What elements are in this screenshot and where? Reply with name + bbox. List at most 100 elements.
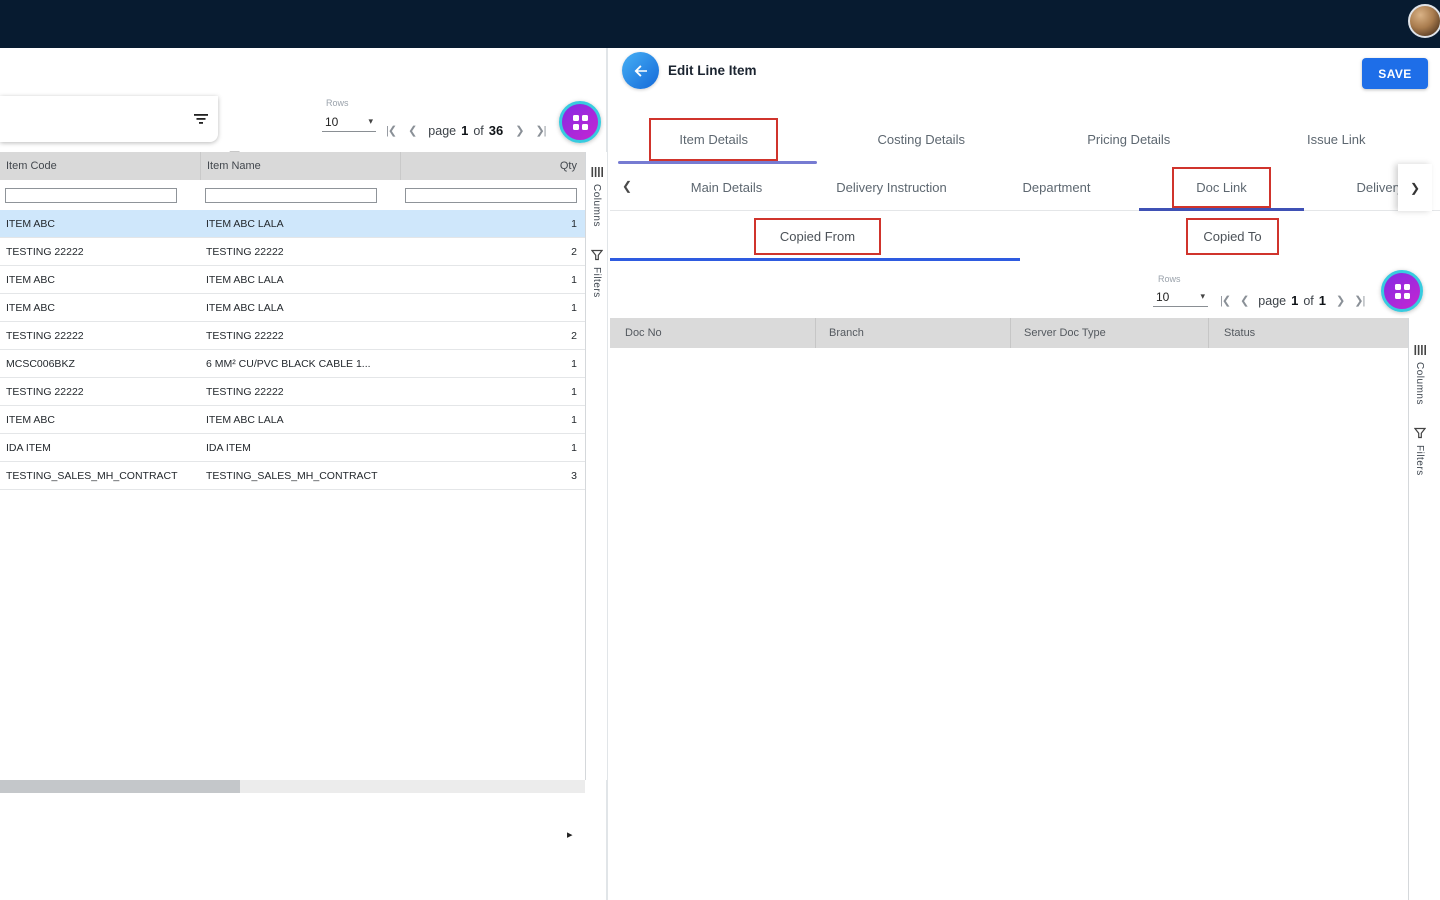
tab-doc-link[interactable]: Doc Link	[1139, 164, 1304, 211]
horizontal-scrollbar[interactable]	[0, 780, 585, 793]
left-pagination: |❮ ❮ page 1 of 36 ❯ ❯|	[386, 117, 546, 143]
first-page-icon[interactable]: |❮	[1220, 294, 1230, 307]
right-pagination: |❮ ❮ page 1 of 1 ❯ ❯|	[1220, 287, 1364, 313]
tab-delivery-instruction[interactable]: Delivery Instruction	[809, 164, 974, 211]
left-side-strip: Columns Filters	[585, 152, 607, 780]
tab-pricing-details[interactable]: Pricing Details	[1025, 114, 1233, 164]
prev-page-icon[interactable]: ❮	[1240, 294, 1248, 307]
cell-item-code: ITEM ABC	[0, 414, 200, 426]
columns-panel-toggle[interactable]: Columns	[591, 166, 603, 227]
columns-panel-toggle[interactable]: Columns	[1414, 344, 1426, 405]
table-row[interactable]: ITEM ABC ITEM ABC LALA 1	[0, 406, 585, 434]
tabs-scroll-left-icon[interactable]: ❮	[622, 179, 632, 193]
first-page-icon[interactable]: |❮	[386, 124, 396, 137]
cell-qty: 2	[400, 330, 585, 342]
column-header-item-code[interactable]: Item Code	[0, 152, 200, 180]
cell-qty: 1	[400, 386, 585, 398]
filter-qty-input[interactable]	[405, 188, 577, 203]
tab-label: Delivery Instruction	[836, 180, 947, 195]
cell-qty: 1	[400, 414, 585, 426]
cell-item-name: ITEM ABC LALA	[200, 414, 400, 426]
user-avatar[interactable]	[1408, 4, 1440, 38]
filter-list-icon[interactable]	[192, 110, 210, 128]
column-header-doc-no[interactable]: Doc No	[610, 318, 815, 348]
left-table-header: Item Code Item Name Qty	[0, 152, 585, 180]
page-title: Edit Line Item	[668, 63, 757, 78]
left-table-filter-row	[0, 180, 585, 210]
table-row[interactable]: TESTING 22222 TESTING 22222 2	[0, 238, 585, 266]
page-indicator: page 1 of 1	[1258, 293, 1326, 308]
page-indicator: page 1 of 36	[428, 123, 503, 138]
filters-panel-toggle[interactable]: Filters	[1414, 427, 1426, 476]
last-page-icon[interactable]: ❯|	[535, 124, 545, 137]
cell-item-name: ITEM ABC LALA	[200, 274, 400, 286]
page-word: page	[1258, 294, 1286, 308]
rows-per-page-select[interactable]: 10 ▾	[1153, 287, 1208, 307]
doc-link-table-header: Doc No Branch Server Doc Type Status	[610, 318, 1408, 348]
column-header-status[interactable]: Status	[1208, 318, 1408, 348]
table-row[interactable]: IDA ITEM IDA ITEM 1	[0, 434, 585, 462]
tab-department[interactable]: Department	[974, 164, 1139, 211]
filter-item-name-input[interactable]	[205, 188, 377, 203]
columns-label: Columns	[591, 184, 602, 227]
back-button[interactable]	[622, 52, 659, 89]
table-row[interactable]: ITEM ABC ITEM ABC LALA 1	[0, 294, 585, 322]
cell-item-name: ITEM ABC LALA	[200, 302, 400, 314]
cell-item-code: TESTING 22222	[0, 246, 200, 258]
page-total: 36	[489, 123, 503, 138]
column-header-server-doc-type[interactable]: Server Doc Type	[1010, 318, 1208, 348]
cell-qty: 1	[400, 218, 585, 230]
tab-copied-to[interactable]: Copied To	[1025, 211, 1440, 261]
columns-icon	[591, 166, 603, 178]
cell-item-name: ITEM ABC LALA	[200, 218, 400, 230]
tab-costing-details[interactable]: Costing Details	[818, 114, 1026, 164]
tab-item-details[interactable]: Item Details	[610, 114, 818, 164]
filter-item-code-input[interactable]	[5, 188, 177, 203]
table-row[interactable]: TESTING 22222 TESTING 22222 2	[0, 322, 585, 350]
tab-copied-from[interactable]: Copied From	[610, 211, 1025, 261]
table-row[interactable]: TESTING_SALES_MH_CONTRACT TESTING_SALES_…	[0, 462, 585, 490]
cell-item-code: ITEM ABC	[0, 218, 200, 230]
rows-per-page-select[interactable]: 10 ▾	[322, 112, 376, 132]
scrollbar-thumb[interactable]	[0, 780, 240, 793]
grid-menu-button[interactable]	[1381, 270, 1423, 312]
table-row[interactable]: MCSC006BKZ 6 MM² CU/PVC BLACK CABLE 1...…	[0, 350, 585, 378]
annotation-box-item-details: Item Details	[649, 118, 778, 161]
annotation-box-doc-link: Doc Link	[1172, 167, 1271, 208]
cell-qty: 1	[400, 442, 585, 454]
cell-item-code: MCSC006BKZ	[0, 358, 200, 370]
table-row[interactable]: TESTING 22222 TESTING 22222 1	[0, 378, 585, 406]
line-items-list-panel: 2 Rows 10 ▾ |❮ ❮ page 1 of 36 ❯ ❯| Item …	[0, 48, 608, 900]
rows-per-page-value: 10	[325, 115, 338, 129]
filters-label: Filters	[591, 267, 602, 298]
cell-qty: 3	[400, 470, 585, 482]
grid-menu-button[interactable]	[559, 101, 601, 143]
cell-item-name: TESTING 22222	[200, 330, 400, 342]
tab-label: Issue Link	[1307, 132, 1366, 147]
last-page-icon[interactable]: ❯|	[1354, 294, 1364, 307]
cell-item-name: IDA ITEM	[200, 442, 400, 454]
next-page-icon[interactable]: ❯	[1336, 294, 1344, 307]
active-tab-underline-copy	[610, 258, 1020, 261]
table-row[interactable]: ITEM ABC ITEM ABC LALA 1	[0, 210, 585, 238]
of-word: of	[473, 124, 483, 138]
table-row[interactable]: ITEM ABC ITEM ABC LALA 1	[0, 266, 585, 294]
grid-icon	[1395, 284, 1410, 299]
top-navigation-bar	[0, 0, 1440, 48]
next-page-icon[interactable]: ❯	[515, 124, 523, 137]
tab-main-details[interactable]: Main Details	[644, 164, 809, 211]
search-input[interactable]	[12, 107, 186, 131]
column-header-branch[interactable]: Branch	[815, 318, 1010, 348]
column-header-item-name[interactable]: Item Name	[200, 152, 400, 180]
tab-issue-link[interactable]: Issue Link	[1233, 114, 1440, 164]
save-button[interactable]: SAVE	[1362, 58, 1428, 89]
cell-item-code: ITEM ABC	[0, 302, 200, 314]
column-header-qty[interactable]: Qty	[400, 152, 585, 180]
tab-label: Department	[1023, 180, 1091, 195]
scroll-right-icon[interactable]: ▸	[567, 828, 573, 841]
filters-panel-toggle[interactable]: Filters	[591, 249, 603, 298]
tab-label: Main Details	[691, 180, 763, 195]
rows-per-page-value: 10	[1156, 290, 1169, 304]
prev-page-icon[interactable]: ❮	[408, 124, 416, 137]
tabs-scroll-right-icon[interactable]: ❯	[1398, 164, 1432, 211]
